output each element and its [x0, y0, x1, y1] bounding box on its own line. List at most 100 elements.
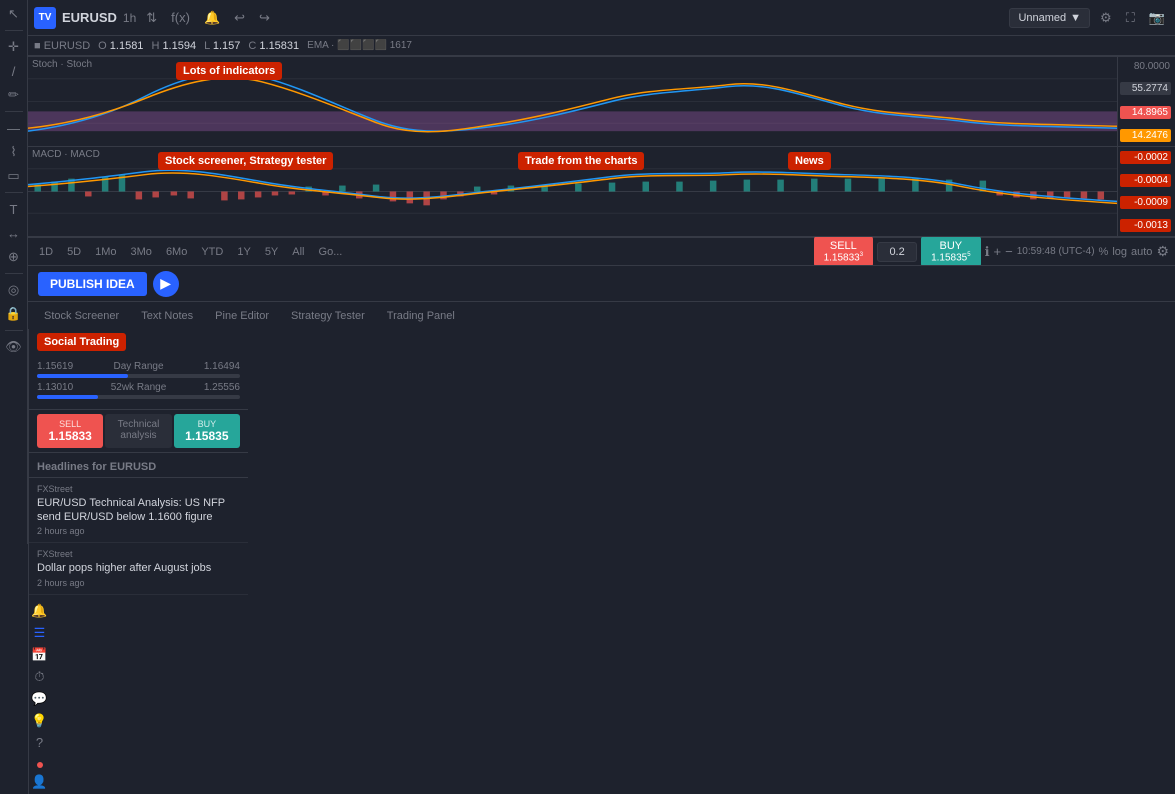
tab-text-notes[interactable]: Text Notes [131, 306, 203, 326]
day-range-high: 1.16494 [204, 361, 240, 372]
ohlc-open: O 1.1581 [98, 40, 143, 52]
week-range-bar [37, 395, 240, 399]
annotation-lots-of-indicators: Lots of indicators [176, 62, 282, 80]
stoch-canvas[interactable]: Stoch · Stoch Lots of indicators [28, 57, 1117, 146]
fibonacci-tool[interactable]: ⌇ [4, 142, 24, 162]
sell-label-trade: SELL [42, 419, 98, 429]
fullscreen-btn[interactable]: ⛶ [1122, 8, 1139, 28]
measure-tool[interactable]: ↔ [4, 223, 24, 243]
timeframe-selector[interactable]: 1h [123, 11, 136, 25]
day-range-fill [37, 374, 128, 378]
horizontal-line-tool[interactable]: — [4, 118, 24, 138]
social-trading-badge: Social Trading [37, 333, 126, 351]
ohlc-close: C 1.15831 [248, 40, 299, 52]
news-header: Headlines for EURUSD [29, 457, 248, 478]
toolbar-separator-3 [5, 192, 23, 193]
plus-icon[interactable]: + [994, 244, 1002, 259]
trendline-tool[interactable]: / [4, 61, 24, 81]
zoom-tool[interactable]: ⊕ [4, 247, 24, 267]
news-text-2: Dollar pops higher after August jobs [37, 561, 240, 575]
symbol-name[interactable]: EURUSD [62, 10, 117, 25]
brush-tool[interactable]: ✏ [4, 85, 24, 105]
period-go[interactable]: Go... [314, 244, 348, 260]
screenshot-btn[interactable]: 📷 [1145, 8, 1169, 28]
question-icon[interactable]: ? [36, 735, 43, 750]
ohlc-low: L 1.157 [204, 40, 240, 52]
macd-canvas[interactable]: MACD · MACD Stock screener, Strategy tes… [28, 147, 1117, 236]
tab-strategy-tester[interactable]: Strategy Tester [281, 306, 375, 326]
buy-price-small: 1.158355 [931, 252, 971, 263]
watchlist-icon[interactable]: ☰ [34, 625, 46, 641]
news-time-1: 2 hours ago [37, 526, 240, 536]
news-time-2: 2 hours ago [37, 578, 240, 588]
trade-sell-btn[interactable]: SELL 1.15833 [37, 414, 103, 448]
sell-button-small[interactable]: SELL 1.158333 [814, 236, 874, 267]
sell-val-trade: 1.15833 [42, 429, 98, 443]
period-1d[interactable]: 1D [34, 244, 58, 260]
tab-pine-editor[interactable]: Pine Editor [205, 306, 279, 326]
day-range-label: Day Range [113, 361, 163, 372]
minus-icon[interactable]: − [1005, 244, 1013, 259]
settings-btn[interactable]: ⚙ [1096, 8, 1116, 28]
news-item-1[interactable]: FXStreet EUR/USD Technical Analysis: US … [29, 478, 248, 544]
cursor-tool[interactable]: ↖ [4, 4, 24, 24]
pct-label[interactable]: % [1099, 246, 1109, 258]
period-5d[interactable]: 5D [62, 244, 86, 260]
sell-price-small: 1.158333 [824, 252, 864, 263]
buy-val-trade: 1.15835 [179, 429, 235, 443]
technical-analysis-btn[interactable]: Technical analysis [105, 414, 171, 448]
alerts-btn[interactable]: 🔔 [200, 8, 224, 28]
period-6mo[interactable]: 6Mo [161, 244, 192, 260]
info-icon[interactable]: ℹ [985, 244, 990, 260]
unnamed-label: Unnamed [1018, 12, 1066, 24]
period-1mo[interactable]: 1Mo [90, 244, 121, 260]
auto-label[interactable]: auto [1131, 246, 1152, 258]
day-range-low: 1.15619 [37, 361, 73, 372]
buy-label-trade: BUY [179, 419, 235, 429]
buy-button-small[interactable]: BUY 1.158355 [921, 236, 981, 267]
magnet-tool[interactable]: ◎ [4, 280, 24, 300]
chart-header: ■ EURUSD O 1.1581 H 1.1594 L 1.157 C 1.1… [28, 36, 1175, 56]
sell-label: SELL [830, 240, 857, 252]
crosshair-tool[interactable]: ✛ [4, 37, 24, 57]
top-bar: TV EURUSD 1h ⇅ f(x) 🔔 ↩ ↪ Unnamed ▼ ⚙ ⛶ … [28, 0, 1175, 36]
macd-panel: MACD · MACD Stock screener, Strategy tes… [28, 147, 1175, 237]
tab-trading-panel[interactable]: Trading Panel [377, 306, 465, 326]
annotation-news: News [788, 152, 831, 170]
trade-buy-btn[interactable]: BUY 1.15835 [174, 414, 240, 448]
compare-btn[interactable]: ⇅ [142, 8, 161, 28]
log-label[interactable]: log [1112, 246, 1127, 258]
unnamed-layout-btn[interactable]: Unnamed ▼ [1009, 8, 1090, 28]
rectangle-tool[interactable]: ▭ [4, 166, 24, 186]
period-ytd[interactable]: YTD [196, 244, 228, 260]
lock-tool[interactable]: 🔒 [4, 304, 24, 324]
lightbulb-icon[interactable]: 💡 [31, 713, 47, 729]
text-tool[interactable]: T [4, 199, 24, 219]
calendar-icon[interactable]: 📅 [31, 647, 47, 663]
replay-btn[interactable]: ↩ [230, 8, 249, 28]
clock-icon[interactable]: ⏱ [34, 669, 44, 685]
period-3mo[interactable]: 3Mo [126, 244, 157, 260]
period-all[interactable]: All [287, 244, 309, 260]
bell-icon[interactable]: 🔔 [31, 603, 47, 619]
news-item-2[interactable]: FXStreet Dollar pops higher after August… [29, 543, 248, 594]
settings-icon[interactable]: ⚙ [1156, 243, 1169, 260]
publish-idea-btn[interactable]: PUBLISH IDEA [38, 272, 147, 296]
indicators-btn[interactable]: f(x) [167, 8, 194, 27]
eye-tool[interactable]: 👁 [4, 337, 24, 357]
stoch-val-3: 14.2476 [1120, 129, 1171, 142]
period-5y[interactable]: 5Y [260, 244, 283, 260]
stoch-level-80: 80.0000 [1120, 61, 1173, 72]
play-btn[interactable]: ▶ [153, 271, 179, 297]
period-1y[interactable]: 1Y [232, 244, 255, 260]
week-range-high: 1.25556 [204, 382, 240, 393]
order-quantity[interactable] [877, 242, 917, 262]
macd-neg3: -0.0009 [1120, 196, 1171, 209]
toolbar-separator-5 [5, 330, 23, 331]
week-range-fill [37, 395, 98, 399]
tab-stock-screener[interactable]: Stock Screener [34, 306, 129, 326]
chat-icon[interactable]: 💬 [31, 691, 47, 707]
replay-fwd-btn[interactable]: ↪ [255, 8, 274, 28]
ema-label: EMA · ⬛⬛⬛⬛ 1617 [307, 40, 412, 51]
user-icon[interactable]: 👤 [31, 774, 47, 790]
